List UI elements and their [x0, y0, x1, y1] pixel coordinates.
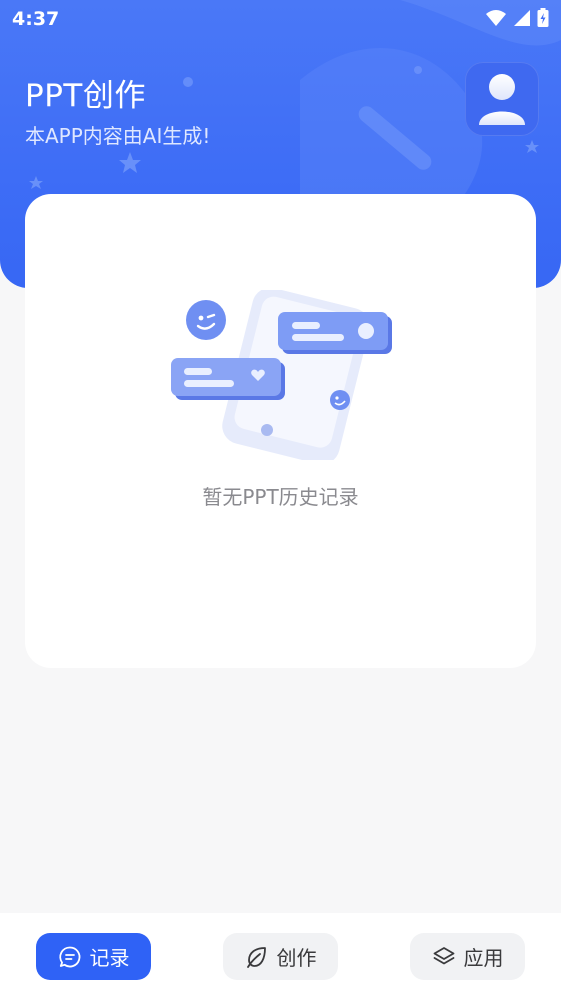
leaf-icon	[246, 946, 266, 968]
battery-icon	[537, 8, 549, 27]
records-card: 暂无PPT历史记录	[25, 194, 536, 668]
status-bar: 4:37	[0, 0, 561, 38]
empty-state-illustration	[171, 290, 392, 460]
wifi-icon	[486, 10, 506, 26]
status-icons	[485, 8, 549, 28]
app-screen: 4:37 PPT创作 本APP内容由AI生成! 暂无PPT历史记录 记录 创作 …	[0, 0, 561, 999]
nav-tab-create[interactable]: 创作	[223, 933, 338, 980]
app-subtitle: 本APP内容由AI生成!	[25, 124, 211, 148]
user-avatar-icon	[479, 74, 525, 125]
nav-tab-records-label: 记录	[89, 946, 130, 970]
layers-icon	[433, 946, 454, 964]
status-time: 4:37	[12, 8, 60, 30]
chat-bubble-icon	[58, 946, 80, 967]
nav-tab-records[interactable]: 记录	[36, 933, 151, 980]
nav-tab-apps[interactable]: 应用	[410, 933, 525, 980]
bottom-nav: 记录 创作 应用	[0, 913, 561, 999]
profile-avatar-button[interactable]	[465, 62, 539, 136]
nav-tab-apps-label: 应用	[463, 946, 504, 970]
app-title: PPT创作	[25, 78, 146, 114]
nav-tab-create-label: 创作	[276, 946, 317, 970]
signal-icon	[514, 10, 530, 26]
empty-records-text: 暂无PPT历史记录	[202, 485, 359, 509]
